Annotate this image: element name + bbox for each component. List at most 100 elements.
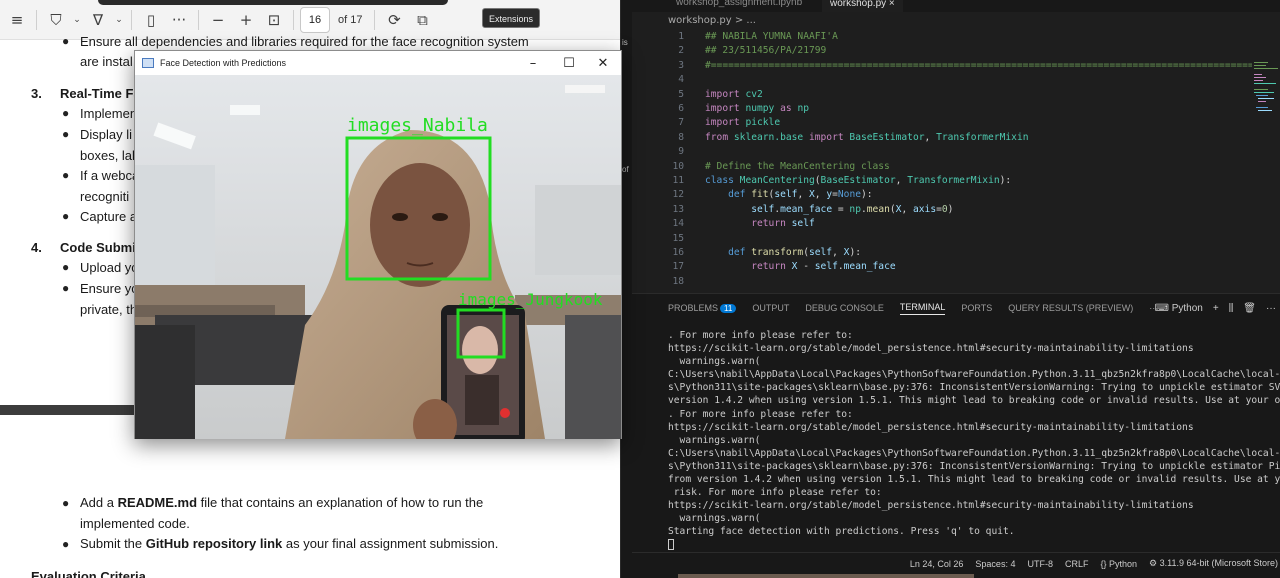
code-line: 17 return X - self.mean_face [632,260,1252,274]
terminal-line: https://scikit-learn.org/stable/model_pe… [668,343,1194,355]
vscode-window: workshop_assignment.ipynb workshop.py × … [632,0,1280,578]
section-heading: Real-Time Fa [60,86,141,101]
text-run-bold: README.md [117,495,198,510]
terminal-line: https://scikit-learn.org/stable/model_pe… [668,421,1194,433]
code-text: return self [751,218,815,230]
code-text: # Define the MeanCentering class [705,160,890,172]
text-line: Capture a [80,209,138,224]
line-number: 14 [672,218,684,230]
code-editor[interactable]: 1 ## NABILA YUMNA NAAFI'A 2 ## 23/511456/P… [632,30,1280,292]
text-run: file that contains an explanation of how… [197,495,484,510]
interpreter-label: 3.11.9 64-bit (Microsoft Store) [1159,558,1278,568]
indentation[interactable]: Spaces: 4 [975,559,1015,569]
section-heading: Evaluation Criteria [31,569,146,578]
terminal-shell-selector[interactable]: ⌨ Python [1154,303,1202,314]
code-line: 2 ## 23/511456/PA/21799 [632,44,1252,58]
code-line: 6 import numpy as np [632,102,1252,116]
tab-problems[interactable]: Problems 11 [668,303,737,313]
language-mode[interactable]: {} Python [1100,559,1137,569]
terminal-line: https://scikit-learn.org/stable/model_pe… [668,500,1194,512]
code-line: 12 def fit(self, X, y=None): [632,188,1252,202]
terminal-line: risk. For more info please refer to: [668,487,882,499]
line-number: 13 [672,203,684,215]
trash-icon[interactable]: 🗑 [1243,303,1256,314]
terminal-prompt[interactable] [668,539,1280,552]
terminal-cursor [668,539,674,550]
window-title: Face Detection with Predictions [160,58,287,68]
window-titlebar[interactable]: Face Detection with Predictions – ☐ ✕ [135,51,621,75]
tab-terminal[interactable]: Terminal [899,302,946,315]
terminal-line: . For more info please refer to: [668,330,853,341]
tab-debug-console[interactable]: Debug Console [805,303,884,313]
text-run: Add a [80,495,118,510]
close-button[interactable]: ✕ [585,51,621,75]
code-text: import numpy as np [705,103,810,114]
minimap[interactable] [1252,60,1280,130]
line-number: 10 [672,160,684,172]
close-icon[interactable]: × [889,0,895,9]
terminal-line: C:\Users\nabil\AppData\Local\Packages\Py… [668,369,1280,381]
bullet-icon: ● [62,127,70,141]
app-icon [142,58,154,68]
text-line: Upload yc [80,260,138,275]
text-line: Implemen [80,106,138,121]
code-line: 10 # Define the MeanCentering class [632,160,1252,174]
add-terminal-icon[interactable]: + [1213,303,1219,314]
section-heading: Code Submis [60,240,144,255]
encoding[interactable]: UTF-8 [1027,559,1053,569]
terminal-line: . For more info please refer to: [668,408,853,420]
split-terminal-icon[interactable]: ⫼ [1229,303,1234,314]
more-actions-icon[interactable]: ··· [1266,303,1276,314]
line-number: 11 [672,175,684,186]
text-run: Submit the [80,536,146,551]
tab-workshop-py[interactable]: workshop.py × [822,0,903,12]
code-line: 1 ## NABILA YUMNA NAAFI'A [632,30,1252,44]
strip-text: is [622,38,628,47]
code-line: 13 self.mean_face = np.mean(X, axis=0) [632,203,1252,217]
line-number: 15 [672,232,684,244]
terminal-line: s\Python311\site-packages\sklearn\base.p… [668,382,1280,394]
tab-ports[interactable]: Ports [961,303,992,313]
text-line: If a webca [80,168,140,183]
text-line: boxes, lab [80,148,140,163]
face-detection-window[interactable]: Face Detection with Predictions – ☐ ✕ im… [134,50,622,439]
section-number: 3. [31,86,42,101]
bullet-icon: ● [62,106,70,120]
minimize-button[interactable]: – [515,51,551,75]
code-text: def transform(self, X): [728,247,861,258]
camera-frame: images_Nabila images_Jungkook [135,75,621,439]
interpreter-selector[interactable]: ⚙ 3.11.9 64-bit (Microsoft Store) [1149,558,1278,569]
code-line: 8 from sklearn.base import BaseEstimator,… [632,131,1252,145]
terminal-icon: ⌨ [1154,302,1169,314]
terminal-output[interactable]: . For more info please refer to: https://… [668,329,1280,552]
line-number: 7 [678,117,684,129]
cursor-position[interactable]: Ln 24, Col 26 [910,559,964,569]
bullet-icon: ● [62,168,70,182]
maximize-button[interactable]: ☐ [551,51,587,75]
code-line: 15 [632,232,1252,246]
line-number: 12 [672,189,684,201]
code-text: from sklearn.base import BaseEstimator, … [705,131,1029,143]
section-number: 4. [31,240,42,255]
text-run-bold: GitHub repository link [145,536,283,551]
submit-line: Submit the GitHub repository link as you… [80,536,498,551]
bullet-icon: ● [62,281,70,295]
code-text: ## 23/511456/PA/21799 [705,45,827,57]
tab-notebook[interactable]: workshop_assignment.ipynb [668,0,810,12]
tab-query-results[interactable]: Query Results (Preview) [1008,303,1133,313]
line-number: 16 [672,247,684,258]
terminal-line: C:\Users\nabil\AppData\Local\Packages\Py… [668,447,1280,459]
code-text: self.mean_face = np.mean(X, axis=0) [751,203,954,215]
line-ending[interactable]: CRLF [1065,559,1089,569]
bullet-icon: ● [62,496,70,510]
bullet-icon: ● [62,537,70,551]
code-line: 3 #======================================… [632,59,1280,73]
code-text: class MeanCentering(BaseEstimator, Trans… [705,175,1012,186]
text-line: private, th [80,302,138,317]
line-number: 6 [678,103,684,114]
code-line: 16 def transform(self, X): [632,246,1252,260]
line-number: 8 [678,131,684,143]
breadcrumb[interactable]: workshop.py > ... [632,12,1280,30]
text-run: as your final assignment submission. [282,536,499,551]
tab-output[interactable]: Output [752,303,789,313]
